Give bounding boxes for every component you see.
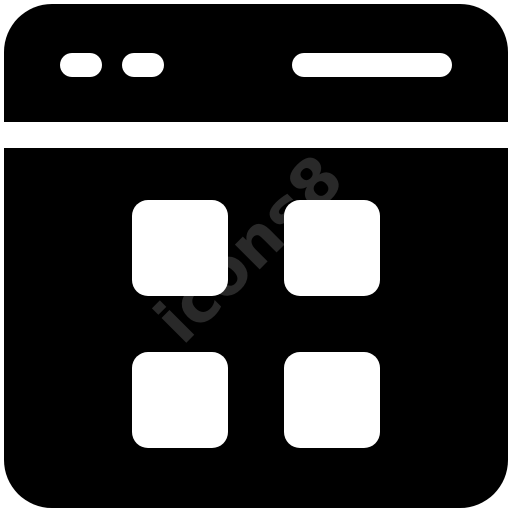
app-tile-bottom-left <box>132 352 228 448</box>
icon-canvas: icons8 <box>0 0 512 512</box>
window-control-dot-2 <box>122 53 164 77</box>
address-bar <box>292 53 452 77</box>
app-tile-bottom-right <box>284 352 380 448</box>
window-control-dot-1 <box>60 53 102 77</box>
browser-app-grid-icon: icons8 <box>4 4 508 508</box>
